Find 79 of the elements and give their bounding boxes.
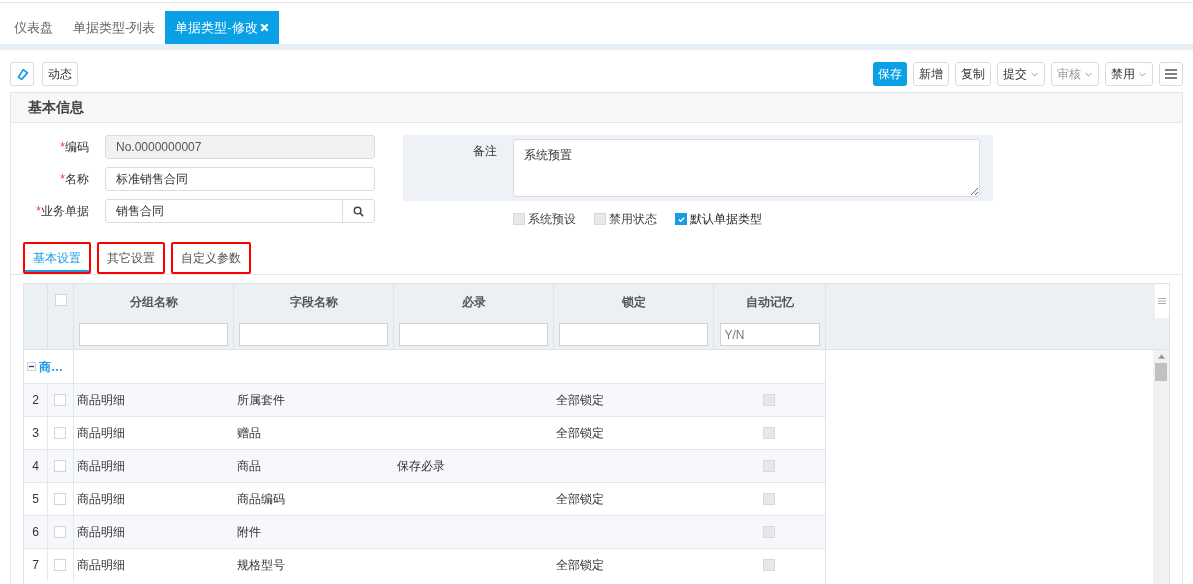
table-row[interactable]: 2 商品明细 所属套件 全部锁定 [24, 383, 825, 416]
checkbox[interactable] [675, 213, 687, 225]
chevron-down-icon [1139, 71, 1146, 77]
toolbar-button[interactable]: 新增 [913, 62, 949, 86]
table-cell-text: 商品明细 [75, 425, 126, 442]
table-cell-text: 商品明细 [75, 491, 126, 508]
filter-field[interactable] [79, 323, 228, 346]
chevron-down-icon [1031, 71, 1038, 77]
scroll-up-icon[interactable] [1157, 354, 1165, 359]
filter-field[interactable] [239, 323, 388, 346]
menu-icon [1165, 69, 1177, 79]
menu-icon [1158, 298, 1166, 304]
eraser-button[interactable] [10, 62, 34, 86]
field-label: *业务单据 [35, 203, 90, 220]
activity-button[interactable]: 动态 [42, 62, 78, 86]
checkbox[interactable] [54, 294, 67, 306]
column-menu-button[interactable] [1155, 284, 1169, 318]
tab[interactable]: 单据类型-列表 [63, 11, 166, 44]
table-cell-text: 商品明细 [75, 557, 126, 574]
field-label: 备注 [472, 143, 498, 160]
remark-field[interactable]: 系统预置 [513, 139, 980, 197]
column-header[interactable]: 必录 [461, 293, 486, 311]
search-icon [353, 205, 364, 217]
field-label: *编码 [59, 139, 90, 156]
text-field[interactable]: 销售合同 [106, 200, 342, 222]
table-cell-text: 全部锁定 [555, 557, 606, 574]
checkbox[interactable] [54, 559, 67, 571]
dropdown-button[interactable]: 禁用 [1105, 62, 1153, 86]
scrollbar[interactable] [1153, 350, 1169, 584]
table-cell-text: 商品明细 [75, 524, 126, 541]
table-row[interactable]: 5 商品明细 商品编码 全部锁定 [24, 482, 825, 515]
table-cell-text: 全部锁定 [555, 425, 606, 442]
filter-field[interactable] [559, 323, 708, 346]
table-cell-text: 全部锁定 [555, 392, 606, 409]
table-row[interactable]: 4 商品明细 商品 保存必录 [24, 449, 825, 482]
checkbox[interactable] [54, 394, 67, 406]
checkbox[interactable] [54, 493, 67, 505]
chevron-down-icon [1085, 71, 1092, 77]
table-cell-text: 所属套件 [235, 392, 286, 409]
sub-tab[interactable]: 其它设置 [97, 242, 165, 274]
column-header[interactable]: 自动记忆 [745, 293, 794, 311]
filter-field[interactable]: Y/N [719, 323, 820, 346]
table-cell-text: 保存必录 [395, 458, 446, 475]
lookup-field[interactable]: 销售合同 [105, 199, 375, 223]
table-cell-text: 附件 [235, 524, 262, 541]
column-header[interactable]: 分组名称 [129, 293, 178, 311]
dropdown-button[interactable]: 提交 [997, 62, 1045, 86]
menu-button[interactable] [1159, 62, 1183, 86]
checkbox-label: 禁用状态 [609, 211, 657, 228]
table-cell-text: 赠品 [235, 425, 262, 442]
table-cell-text: 商品明细 [75, 392, 126, 409]
filter-field[interactable] [399, 323, 548, 346]
sub-tab[interactable]: 自定义参数 [171, 242, 251, 274]
table-cell-text: 规格型号 [235, 557, 286, 574]
collapse-icon[interactable] [27, 362, 36, 371]
field-label: *名称 [59, 171, 90, 188]
tab[interactable]: 仪表盘 [4, 11, 63, 44]
column-header[interactable]: 字段名称 [289, 293, 338, 311]
text-field[interactable]: No.0000000007 [105, 135, 375, 159]
checkbox[interactable] [54, 460, 67, 472]
column-header[interactable]: 锁定 [621, 293, 646, 311]
checkbox-label: 系统预设 [528, 211, 576, 228]
close-icon[interactable] [259, 23, 269, 32]
checkbox[interactable] [54, 526, 67, 538]
table-row[interactable]: 3 商品明细 赠品 全部锁定 [24, 416, 825, 449]
text-field[interactable]: 标准销售合同 [105, 167, 375, 191]
table-row[interactable]: 7 商品明细 规格型号 全部锁定 [24, 548, 825, 581]
checkbox[interactable] [54, 427, 67, 439]
checkbox-label: 默认单据类型 [690, 211, 762, 228]
eraser-icon [15, 67, 29, 81]
table-cell-text: 商品明细 [75, 458, 126, 475]
table-cell-text: 全部锁定 [555, 491, 606, 508]
table-cell-text: 商品编码 [235, 491, 286, 508]
table-cell-text: 商品 [235, 458, 262, 475]
row-number: 7 [24, 549, 48, 581]
scroll-thumb[interactable] [1155, 363, 1167, 381]
table-row[interactable]: 6 商品明细 附件 [24, 515, 825, 548]
toolbar-button[interactable]: 复制 [955, 62, 991, 86]
panel-title: 基本信息 [28, 98, 84, 117]
